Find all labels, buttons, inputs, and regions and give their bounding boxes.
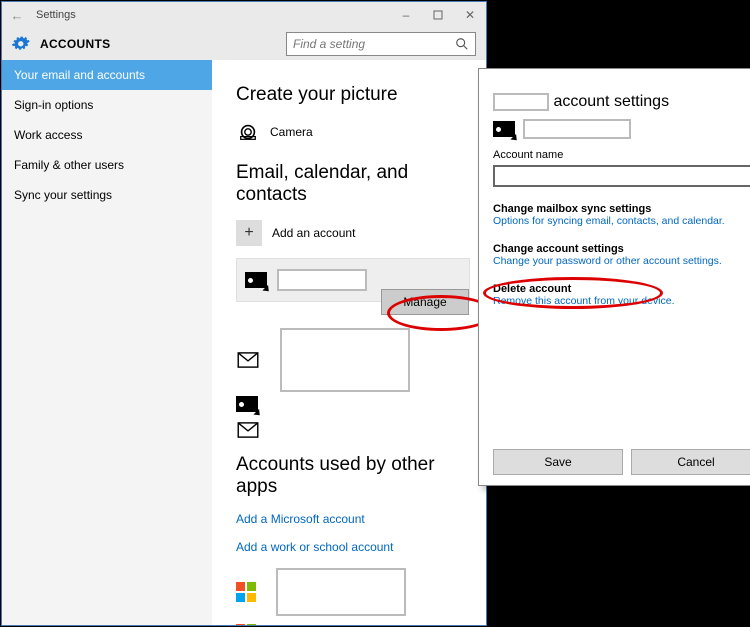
plus-icon: + [236,220,262,246]
sidebar-item-email-accounts[interactable]: Your email and accounts [2,60,212,90]
add-account-row[interactable]: + Add an account [236,220,470,246]
maximize-button[interactable] [422,2,454,28]
add-ms-account-link[interactable]: Add a Microsoft account [236,512,470,526]
sidebar-item-label: Sign-in options [14,98,93,112]
sidebar-item-label: Work access [14,128,82,142]
search-icon [455,37,469,51]
sidebar-item-signin[interactable]: Sign-in options [2,90,212,120]
section-picture: Create your picture [236,84,470,106]
sidebar-item-label: Your email and accounts [14,68,145,82]
group-title: Change account settings [493,243,750,255]
sidebar-item-work[interactable]: Work access [2,120,212,150]
app-account-item[interactable] [236,568,470,616]
account-name-label: Account name [493,149,750,161]
save-button[interactable]: Save [493,449,623,475]
camera-row[interactable]: Camera [236,120,470,144]
sidebar-item-sync[interactable]: Sync your settings [2,180,212,210]
group-desc: Remove this account from your device. [493,295,750,307]
account-settings-dialog: ✕ account settings Account name Change m… [478,68,750,486]
minimize-button[interactable]: – [390,2,422,28]
sidebar-item-label: Family & other users [14,158,124,172]
account-item[interactable] [236,396,470,412]
page-title: ACCOUNTS [40,37,110,51]
dialog-account-row [493,119,750,139]
back-button[interactable]: ← [2,8,32,23]
camera-icon [236,120,260,144]
window-title: Settings [32,9,390,21]
sidebar: Your email and accounts Sign-in options … [2,60,212,625]
group-desc: Change your password or other account se… [493,255,750,267]
gear-icon [12,35,30,53]
camera-label: Camera [270,125,313,139]
redacted-name [493,93,549,111]
outlook-icon [236,396,258,412]
redacted-account [280,328,410,392]
settings-window: ← Settings – ✕ ACCOUNTS Your email and a… [1,1,487,626]
sidebar-item-label: Sync your settings [14,188,112,202]
sidebar-item-family[interactable]: Family & other users [2,150,212,180]
change-settings-group[interactable]: Change account settings Change your pass… [493,243,750,267]
redacted-account [276,568,406,616]
dialog-title: account settings [493,93,750,111]
redacted-email [523,119,631,139]
close-button[interactable]: ✕ [454,2,486,28]
sync-settings-group[interactable]: Change mailbox sync settings Options for… [493,203,750,227]
section-apps: Accounts used by other apps [236,454,470,498]
manage-button[interactable]: Manage [381,289,469,315]
outlook-icon [245,272,267,288]
mail-icon [236,418,260,442]
outlook-icon [493,121,515,137]
search-field[interactable] [293,37,455,51]
microsoft-icon [236,582,256,602]
delete-account-group[interactable]: Delete account Remove this account from … [493,283,750,307]
mail-icon [236,348,260,372]
group-title: Delete account [493,283,750,295]
section-email: Email, calendar, and contacts [236,162,470,206]
cancel-button[interactable]: Cancel [631,449,750,475]
account-name-input[interactable] [493,165,750,187]
content: Create your picture Camera Email, calend… [212,60,486,625]
header: ACCOUNTS [2,28,486,60]
redacted-account [277,269,367,291]
search-input[interactable] [286,32,476,56]
add-account-label: Add an account [272,226,355,240]
selected-account[interactable]: Manage [236,258,470,302]
group-title: Change mailbox sync settings [493,203,750,215]
titlebar: ← Settings – ✕ [2,2,486,28]
add-work-account-link[interactable]: Add a work or school account [236,540,470,554]
microsoft-icon [236,624,256,625]
account-item[interactable] [236,418,470,442]
account-item[interactable] [236,328,470,392]
group-desc: Options for syncing email, contacts, and… [493,215,750,227]
app-account-item[interactable] [236,624,470,625]
